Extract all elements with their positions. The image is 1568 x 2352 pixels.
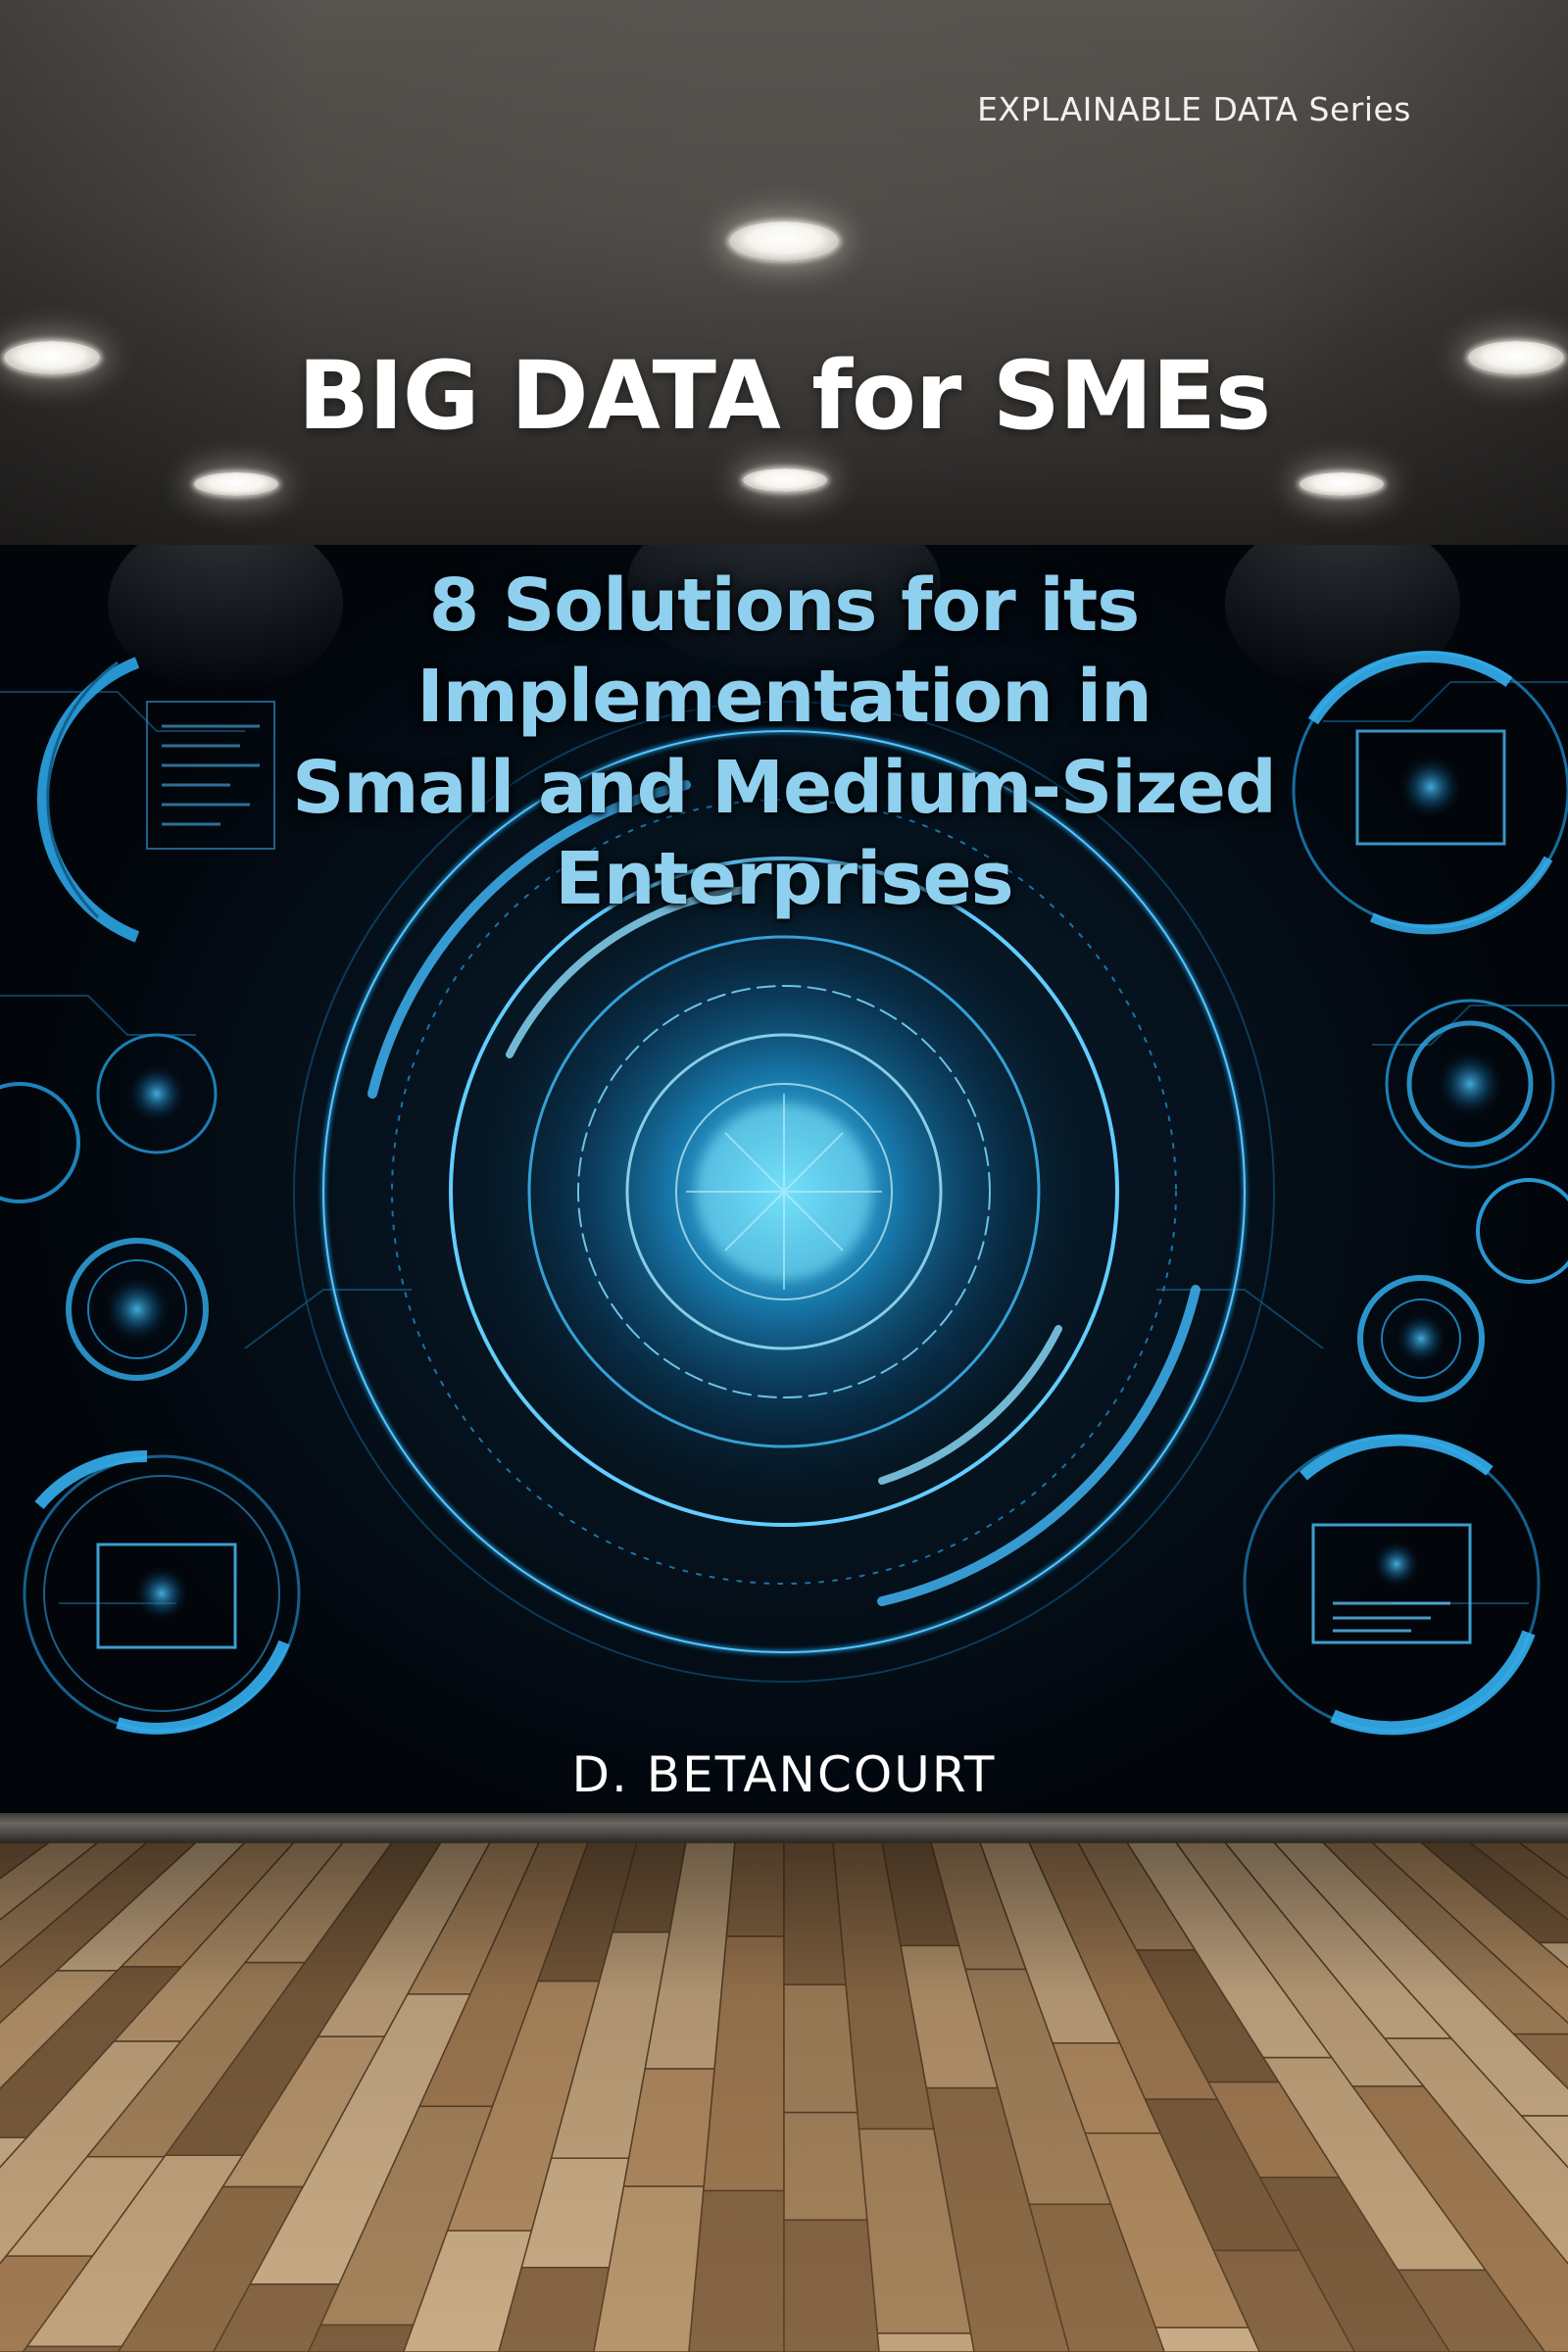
ceiling-light bbox=[1299, 472, 1384, 496]
subtitle-line: 8 Solutions for its bbox=[428, 564, 1141, 648]
author-name: D. BETANCOURT bbox=[571, 1746, 997, 1803]
book-cover: EXPLAINABLE DATA Series BIG DATA for SME… bbox=[0, 0, 1568, 2352]
floor-planks bbox=[0, 1842, 1568, 2352]
baseboard bbox=[0, 1813, 1568, 1842]
ceiling-light bbox=[743, 468, 827, 492]
subtitle-line: Small and Medium-Sized bbox=[292, 746, 1277, 830]
book-title: BIG DATA for SMEs bbox=[297, 341, 1271, 451]
book-subtitle: 8 Solutions for its Implementation in Sm… bbox=[0, 561, 1568, 925]
ceiling-light bbox=[194, 472, 278, 496]
subtitle-line: Implementation in bbox=[416, 655, 1152, 739]
wood-floor bbox=[0, 1842, 1568, 2352]
ceiling-light bbox=[729, 221, 839, 261]
series-name: EXPLAINABLE DATA Series bbox=[977, 90, 1411, 128]
ceiling-shading bbox=[0, 0, 1568, 545]
subtitle-line: Enterprises bbox=[555, 837, 1013, 921]
